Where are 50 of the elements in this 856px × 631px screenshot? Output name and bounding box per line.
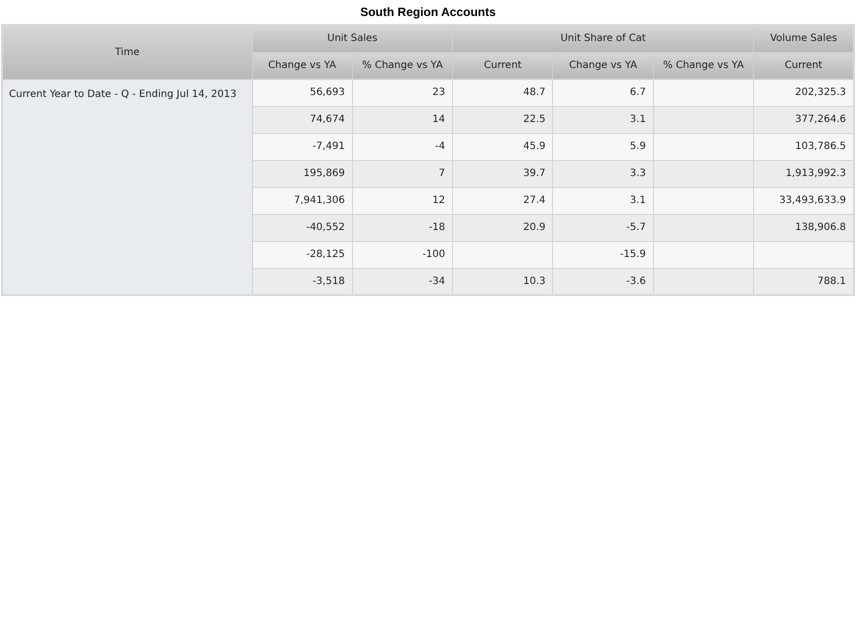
table-cell: 202,325.3 [754,79,854,106]
column-header: Current [452,52,553,79]
table-cell: -5.7 [552,214,654,241]
table-cell: 195,869 [252,160,352,187]
column-header: Change vs YA [252,52,352,79]
table-cell: 23 [352,79,453,106]
table-cell: -15.9 [552,241,654,268]
table-cell: 7 [352,160,453,187]
table-cell: 138,906.8 [754,214,854,241]
table-cell: -34 [352,268,453,295]
table-cell: 22.5 [452,106,553,133]
table-cell: 14 [352,106,453,133]
table-cell: -40,552 [252,214,352,241]
report-title: South Region Accounts [360,4,496,21]
table-cell: -28,125 [252,241,352,268]
table-cell: 6.7 [552,79,654,106]
table-cell: -18 [352,214,453,241]
table-cell: 48.7 [452,79,553,106]
column-header: % Change vs YA [653,52,754,79]
column-header: Time [2,25,252,79]
table-cell: 45.9 [452,133,553,160]
column-group-header: Unit Share of Cat [452,25,754,52]
table-cell: 39.7 [452,160,553,187]
table-cell: 20.9 [452,214,553,241]
table-cell: 27.4 [452,187,553,214]
table-cell: 33,493,633.9 [754,187,854,214]
table-cell: 1,913,992.3 [754,160,854,187]
table-cell: 377,264.6 [754,106,854,133]
table-cell: 3.3 [552,160,654,187]
column-group-header: Unit Sales [252,25,453,52]
table-cell: 103,786.5 [754,133,854,160]
table-cell: -3,518 [252,268,352,295]
table-cell: -4 [352,133,453,160]
row-header-cell: Current Year to Date - Q - Ending Jul 14, 2013 [2,79,252,295]
table-cell: -100 [352,241,453,268]
table-cell: 74,674 [252,106,352,133]
table-cell: 12 [352,187,453,214]
table-cell: 56,693 [252,79,352,106]
table-cell: -7,491 [252,133,352,160]
table-cell: 3.1 [552,187,654,214]
table-cell: 5.9 [552,133,654,160]
column-header: Change vs YA [552,52,654,79]
table-cell: 3.1 [552,106,654,133]
table-cell: 788.1 [754,268,854,295]
table-cell: -3.6 [552,268,654,295]
column-group-header: Volume Sales [754,25,854,52]
column-header: % Change vs YA [352,52,453,79]
table-cell: 7,941,306 [252,187,352,214]
column-header: Current [754,52,854,79]
table-cell: 10.3 [452,268,553,295]
